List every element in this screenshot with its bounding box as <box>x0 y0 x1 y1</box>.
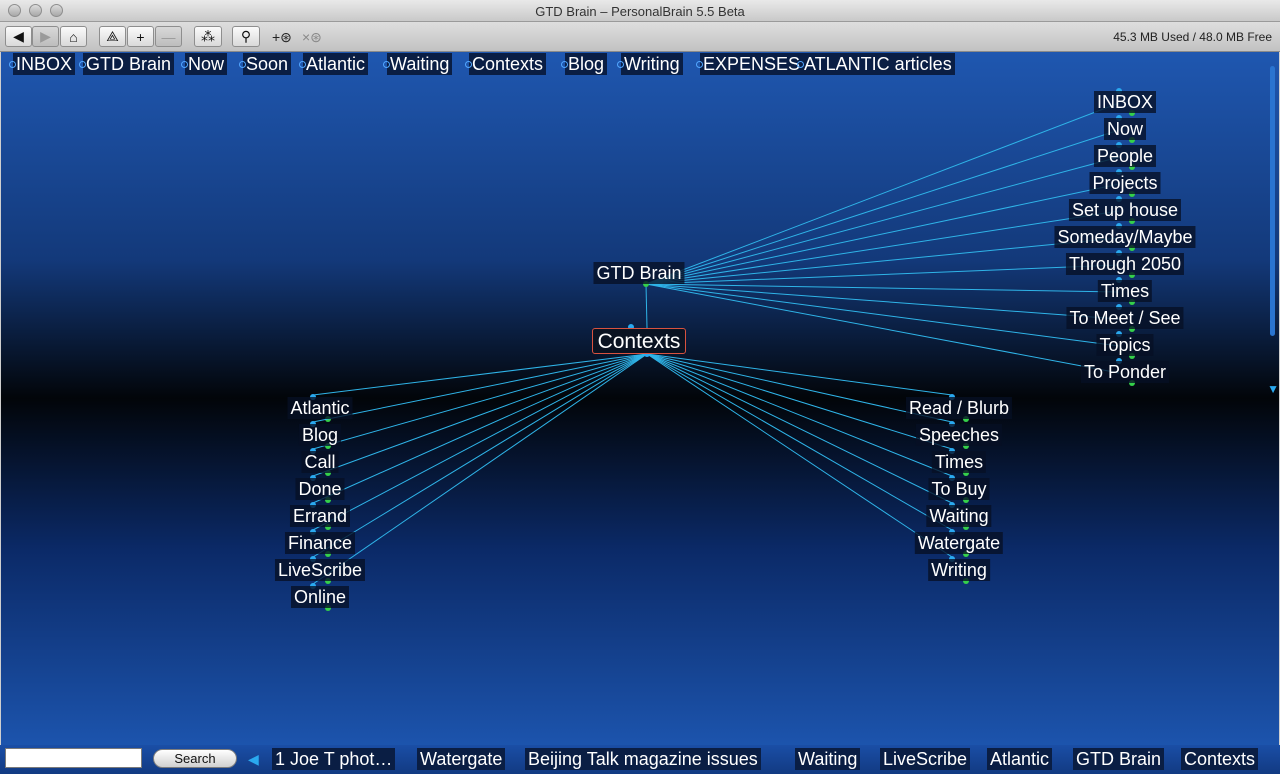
link-line <box>312 353 648 450</box>
sibling-thought[interactable]: Topics <box>1096 334 1154 356</box>
search-input[interactable] <box>5 748 142 768</box>
child-thought[interactable]: Done <box>295 478 345 500</box>
link-line <box>645 210 1120 285</box>
bottom-bar: Search ◀ 1 Joe T phot… Watergate Beijing… <box>0 745 1280 774</box>
link-line <box>645 283 1120 293</box>
sibling-thought[interactable]: Someday/Maybe <box>1054 226 1196 248</box>
child-thought[interactable]: Writing <box>928 559 990 581</box>
link-line <box>312 353 648 477</box>
child-thought[interactable]: To Buy <box>928 478 990 500</box>
pin-waiting[interactable]: Waiting <box>382 53 453 75</box>
scroll-down-icon[interactable]: ▼ <box>1267 382 1279 396</box>
link-line <box>645 283 1120 374</box>
sibling-thought[interactable]: To Ponder <box>1080 361 1170 383</box>
home-button[interactable]: ⌂ <box>60 26 87 47</box>
child-thought[interactable]: Read / Blurb <box>905 397 1013 419</box>
search-button[interactable]: Search <box>153 749 237 768</box>
sibling-thought[interactable]: Set up house <box>1068 199 1182 221</box>
child-thought[interactable]: Blog <box>298 424 342 446</box>
title-bar: GTD Brain – PersonalBrain 5.5 Beta <box>0 0 1280 22</box>
pin-atlantic-articles[interactable]: ATLANTIC articles <box>797 53 955 75</box>
history-item[interactable]: Contexts <box>1181 748 1259 770</box>
pin-blog[interactable]: Blog <box>560 53 608 75</box>
child-thought[interactable]: Waiting <box>926 505 992 527</box>
pin-now[interactable]: Now <box>180 53 228 75</box>
sibling-thought[interactable]: To Meet / See <box>1066 307 1184 329</box>
link-line <box>646 353 953 504</box>
pin-atlantic[interactable]: Atlantic <box>298 53 369 75</box>
parent-thought[interactable]: GTD Brain <box>593 262 685 284</box>
link-line <box>645 156 1120 285</box>
sibling-scrollbar[interactable] <box>1270 66 1275 336</box>
forward-button[interactable]: ▶ <box>32 26 59 47</box>
history-item[interactable]: Waiting <box>795 748 861 770</box>
link-line <box>646 353 953 531</box>
plex-canvas[interactable]: INBOX GTD Brain Now Soon Atlantic Waitin… <box>1 52 1279 745</box>
history-item[interactable]: 1 Joe T phot… <box>272 748 396 770</box>
link-line <box>645 264 1120 285</box>
child-thought[interactable]: Speeches <box>915 424 1003 446</box>
child-thought[interactable]: Call <box>301 451 339 473</box>
pin-expenses[interactable]: EXPENSES <box>695 53 804 75</box>
attach-icon[interactable]: +⊛ <box>272 29 292 46</box>
link-line <box>646 353 953 558</box>
history-item[interactable]: Watergate <box>417 748 506 770</box>
add-thought-button[interactable]: + <box>127 26 154 47</box>
toolbar: ◀ ▶ ⌂ ⟁ + — ⁂ ⚲ +⊛ ×⊛ 45.3 MB Used / 48.… <box>0 22 1280 52</box>
pin-inbox[interactable]: INBOX <box>8 53 76 75</box>
remove-thought-button[interactable]: — <box>155 26 182 47</box>
link-line <box>646 353 953 396</box>
link-line <box>645 283 1120 320</box>
sibling-thought[interactable]: Projects <box>1089 172 1161 194</box>
detach-icon[interactable]: ×⊛ <box>302 29 322 46</box>
window-title: GTD Brain – PersonalBrain 5.5 Beta <box>535 4 745 19</box>
link-line <box>645 283 648 329</box>
sibling-thought[interactable]: People <box>1093 145 1157 167</box>
memory-status: 45.3 MB Used / 48.0 MB Free <box>1113 30 1272 44</box>
history-back-icon[interactable]: ◀ <box>248 751 259 768</box>
child-thought[interactable]: LiveScribe <box>274 559 366 581</box>
link-line <box>312 353 648 558</box>
thought-links <box>310 88 1135 611</box>
sibling-thought[interactable]: Through 2050 <box>1065 253 1185 275</box>
pin-soon[interactable]: Soon <box>238 53 292 75</box>
child-thought[interactable]: Times <box>931 451 987 473</box>
pin-writing[interactable]: Writing <box>617 53 683 75</box>
child-thought[interactable]: Watergate <box>914 532 1004 554</box>
history-item[interactable]: GTD Brain <box>1073 748 1165 770</box>
link-line <box>312 353 648 504</box>
back-button[interactable]: ◀ <box>5 26 32 47</box>
layout-icon[interactable]: ⁂ <box>194 26 222 47</box>
history-item[interactable]: Atlantic <box>987 748 1053 770</box>
child-thought[interactable]: Atlantic <box>287 397 353 419</box>
link-line <box>645 283 1120 347</box>
child-thought[interactable]: Errand <box>289 505 351 527</box>
history-item[interactable]: LiveScribe <box>880 748 971 770</box>
link-line <box>645 183 1120 285</box>
pin-contexts[interactable]: Contexts <box>464 53 547 75</box>
active-thought[interactable]: Contexts <box>592 328 686 354</box>
link-line <box>645 102 1120 285</box>
sibling-thought[interactable]: Now <box>1103 118 1147 140</box>
pin-gtd-brain[interactable]: GTD Brain <box>78 53 175 75</box>
sibling-thought[interactable]: INBOX <box>1093 91 1157 113</box>
child-thought[interactable]: Online <box>290 586 350 608</box>
search-icon[interactable]: ⚲ <box>232 26 260 47</box>
link-line <box>312 353 648 531</box>
history-item[interactable]: Beijing Talk magazine issues <box>525 748 761 770</box>
child-thought[interactable]: Finance <box>284 532 356 554</box>
link-thoughts-icon[interactable]: ⟁ <box>99 26 126 47</box>
sibling-thought[interactable]: Times <box>1097 280 1153 302</box>
